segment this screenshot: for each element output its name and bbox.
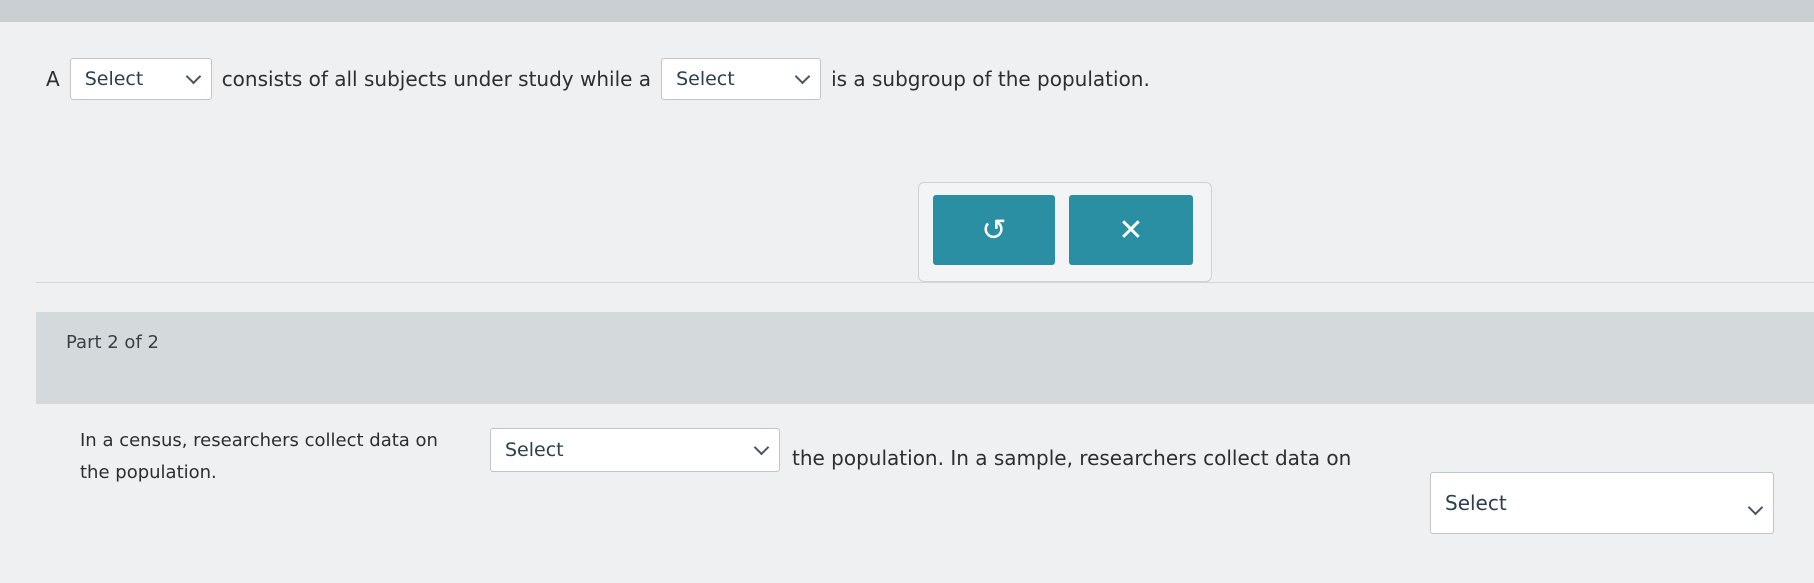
part-header-bar: [36, 312, 1814, 404]
undo-icon: ↺: [981, 213, 1007, 247]
clear-button[interactable]: ✕: [1069, 195, 1193, 265]
select-value: Select: [505, 439, 564, 461]
top-strip: [0, 0, 1814, 22]
undo-button[interactable]: ↺: [933, 195, 1055, 265]
question-part1: A Select consists of all subjects under …: [46, 58, 1160, 100]
census-text-continued: the population.: [80, 462, 217, 483]
select-value: Select: [1445, 491, 1507, 515]
select-population-term[interactable]: Select: [69, 58, 212, 100]
census-text: In a census, researchers collect data on: [80, 430, 438, 451]
question-text-1: consists of all subjects under study whi…: [221, 67, 652, 91]
select-census-scope[interactable]: Select: [490, 428, 780, 472]
chevron-down-icon: [794, 68, 811, 84]
close-icon: ✕: [1118, 213, 1144, 247]
section-divider: [36, 282, 1814, 283]
answer-button-panel: ↺ ✕: [918, 182, 1212, 282]
lead-article: A: [46, 67, 60, 91]
select-value: Select: [676, 68, 735, 90]
select-value: Select: [84, 68, 144, 90]
question-text-2: is a subgroup of the population.: [831, 67, 1150, 91]
part-label: Part 2 of 2: [66, 332, 159, 353]
chevron-down-icon: [1747, 499, 1764, 515]
sample-text: the population. In a sample, researchers…: [792, 446, 1352, 470]
chevron-down-icon: [753, 439, 770, 455]
select-sample-term[interactable]: Select: [661, 58, 822, 100]
chevron-down-icon: [185, 68, 201, 84]
select-sample-scope[interactable]: Select: [1430, 472, 1774, 534]
